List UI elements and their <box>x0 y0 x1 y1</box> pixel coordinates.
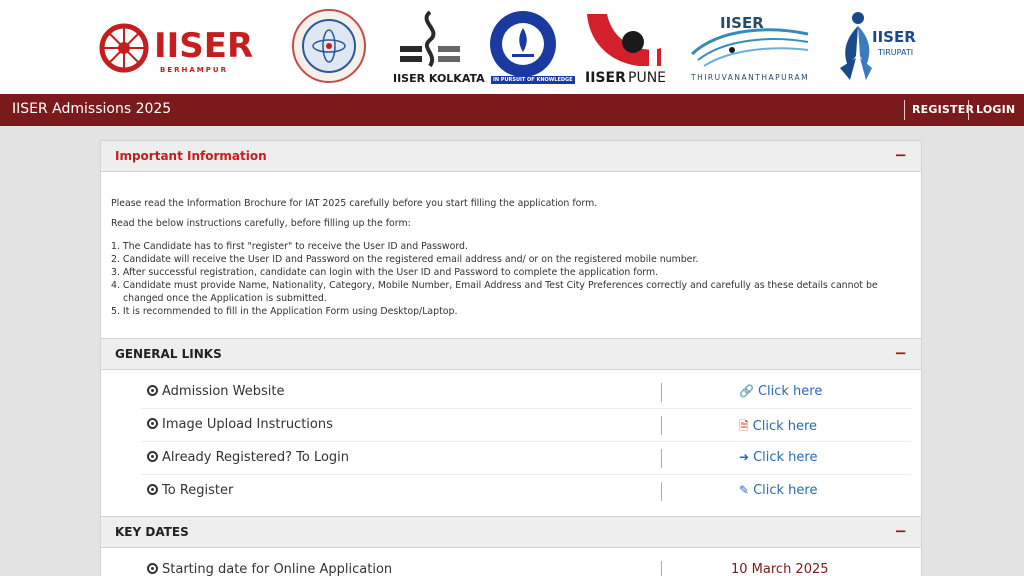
collapse-icon[interactable]: − <box>894 344 907 362</box>
login-page-link[interactable]: ➜ Click here <box>739 450 817 465</box>
instruction-item: changed once the Application is submitte… <box>123 293 327 304</box>
collapse-icon[interactable]: − <box>894 522 907 540</box>
row-divider <box>661 561 662 576</box>
circle-bullet-icon <box>147 418 158 429</box>
login-link[interactable]: LOGIN <box>976 103 1015 116</box>
link-row-register: To Register ✎ Click here <box>141 475 911 508</box>
key-date-label: Starting date for Online Application <box>162 562 393 576</box>
key-dates-header[interactable]: KEY DATES − <box>100 516 922 548</box>
intro-text: Read the below instructions carefully, b… <box>111 218 411 229</box>
link-row-login: Already Registered? To Login ➜ Click here <box>141 442 911 475</box>
instruction-item: 4. Candidate must provide Name, National… <box>111 280 878 291</box>
intro-text: Please read the Information Brochure for… <box>111 198 598 209</box>
click-here-text: Click here <box>752 419 818 434</box>
site-brand[interactable]: IISER Admissions 2025 <box>12 101 171 117</box>
click-here-text: Click here <box>753 483 818 498</box>
row-label: Image Upload Instructions <box>162 417 333 432</box>
row-label-wrap: Already Registered? To Login <box>147 450 349 465</box>
row-divider <box>661 383 662 402</box>
iiser-kolkata-logo[interactable]: IISER KOLKATA <box>392 6 485 88</box>
nav-separator <box>968 100 969 120</box>
iiser-berhampur-logo[interactable]: IISER BERHAMPUR <box>98 6 268 88</box>
row-label-wrap: Image Upload Instructions <box>147 417 333 432</box>
row-label: To Register <box>162 483 234 498</box>
row-divider <box>661 416 662 435</box>
admission-website-link[interactable]: 🔗 Click here <box>739 384 822 399</box>
key-date-value: 10 March 2025 <box>731 562 829 576</box>
general-links-title: GENERAL LINKS <box>115 347 222 361</box>
circle-bullet-icon <box>147 451 158 462</box>
key-dates-body: Starting date for Online Application 10 … <box>100 548 922 576</box>
register-page-link[interactable]: ✎ Click here <box>739 483 817 498</box>
sign-in-icon: ➜ <box>739 450 750 464</box>
instruction-item: 3. After successful registration, candid… <box>111 267 659 278</box>
click-here-text: Click here <box>753 450 818 465</box>
register-link[interactable]: REGISTER <box>912 103 974 116</box>
important-info-title: Important Information <box>115 149 267 163</box>
general-links-header[interactable]: GENERAL LINKS − <box>100 338 922 370</box>
edit-icon: ✎ <box>739 483 750 497</box>
circle-bullet-icon <box>147 484 158 495</box>
top-navbar: IISER Admissions 2025 REGISTER LOGIN <box>0 94 1024 126</box>
link-row-admission-website: Admission Website 🔗 Click here <box>141 376 911 409</box>
iiser-tirupati-logo[interactable]: IISER TIRUPATI <box>836 6 926 88</box>
key-dates-title: KEY DATES <box>115 525 189 539</box>
row-label-wrap: Starting date for Online Application <box>147 562 392 576</box>
row-label: Admission Website <box>162 384 285 399</box>
row-divider <box>661 449 662 468</box>
logo-band: IISER BERHAMPUR IISER KOLKATA IN PURSUIT… <box>0 0 1024 94</box>
link-row-image-upload: Image Upload Instructions 🗎 Click here <box>141 409 911 442</box>
general-links-body: Admission Website 🔗 Click here Image Uplo… <box>100 370 922 516</box>
row-label-wrap: To Register <box>147 483 233 498</box>
important-info-header[interactable]: Important Information − <box>100 140 922 172</box>
iiser-bhopal-logo[interactable] <box>291 6 367 88</box>
row-label: Already Registered? To Login <box>162 450 350 465</box>
link-icon: 🔗 <box>739 384 754 398</box>
iiser-mohali-logo[interactable]: IN PURSUIT OF KNOWLEDGE <box>488 6 575 88</box>
pdf-icon: 🗎 <box>739 419 749 433</box>
click-here-text: Click here <box>757 384 823 399</box>
nav-separator <box>904 100 905 120</box>
instruction-item: 1. The Candidate has to first "register"… <box>111 241 468 252</box>
important-info-body: Please read the Information Brochure for… <box>100 172 922 338</box>
iiser-pune-logo[interactable]: IISER PUNE <box>583 6 666 88</box>
circle-bullet-icon <box>147 385 158 396</box>
row-divider <box>661 482 662 501</box>
key-date-row: Starting date for Online Application 10 … <box>141 554 911 576</box>
collapse-icon[interactable]: − <box>894 146 907 164</box>
instruction-item: 2. Candidate will receive the User ID an… <box>111 254 699 265</box>
image-upload-instructions-link[interactable]: 🗎 Click here <box>739 417 817 438</box>
row-label-wrap: Admission Website <box>147 384 285 399</box>
iiser-thiruvananthapuram-logo[interactable]: IISER THIRUVANANTHAPURAM <box>690 6 814 88</box>
circle-bullet-icon <box>147 563 158 574</box>
instruction-item: 5. It is recommended to fill in the Appl… <box>111 306 458 317</box>
